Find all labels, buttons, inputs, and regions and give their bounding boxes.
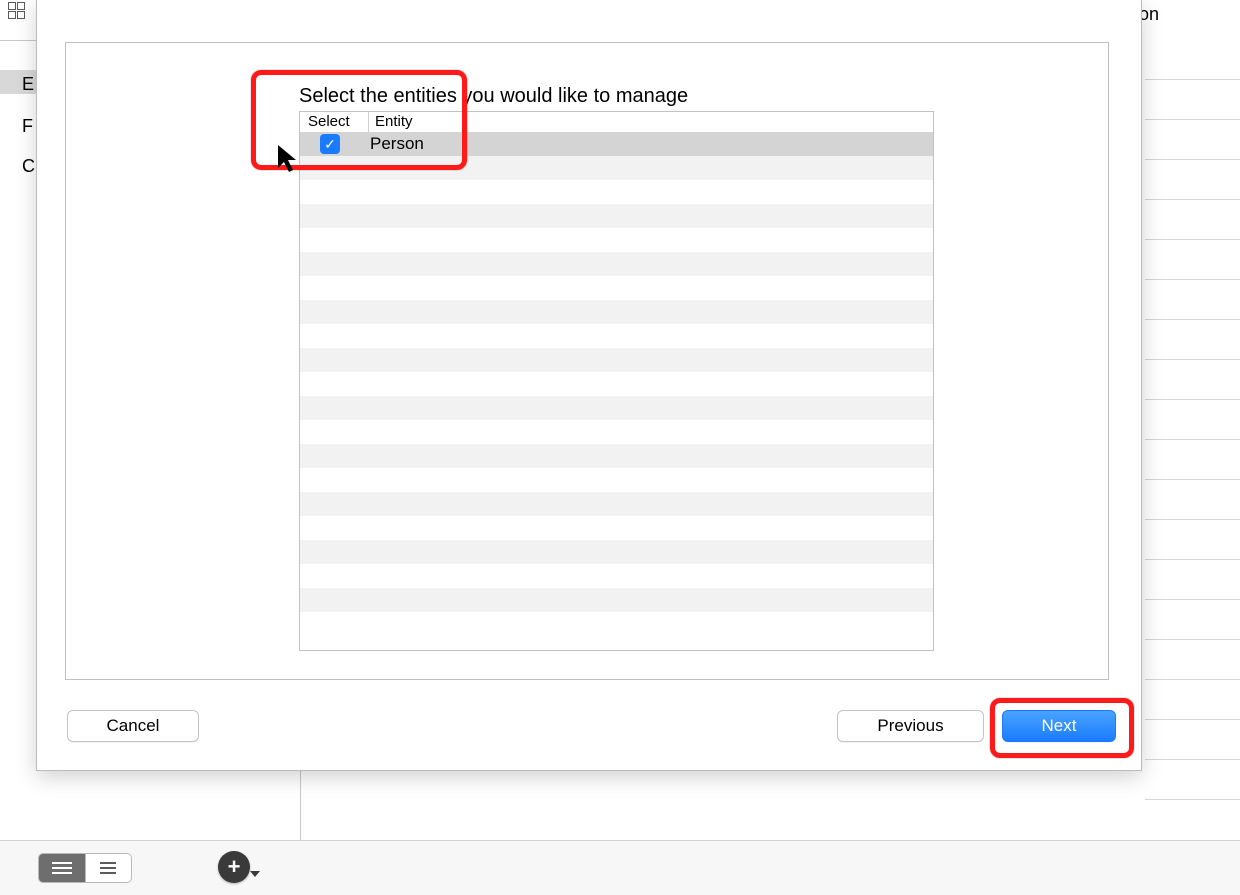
bg-letter-c: C	[22, 156, 35, 177]
view-mode-outline[interactable]	[85, 854, 132, 882]
add-button[interactable]: +	[218, 851, 250, 883]
entity-name: Person	[370, 134, 424, 154]
prompt-text: Select the entities you would like to ma…	[299, 85, 688, 108]
bottom-toolbar: +	[0, 840, 1240, 895]
content-frame: Select the entities you would like to ma…	[65, 42, 1109, 680]
view-mode-segment[interactable]	[38, 853, 132, 883]
grid-view-icon	[8, 2, 32, 18]
table-header: Select Entity	[300, 112, 933, 133]
plus-icon: +	[228, 854, 241, 880]
check-icon: ✓	[324, 136, 336, 153]
add-menu-caret-icon	[250, 871, 260, 877]
entity-table: Select Entity ✓ Person	[299, 111, 934, 651]
bg-letter-e: E	[22, 74, 34, 95]
next-label: Next	[1042, 716, 1077, 736]
bg-letter-f: F	[22, 116, 33, 137]
select-checkbox[interactable]: ✓	[320, 134, 340, 154]
cancel-label: Cancel	[107, 716, 160, 736]
table-body: ✓ Person	[300, 132, 933, 650]
wizard-sheet: Select the entities you would like to ma…	[36, 0, 1142, 771]
bg-right-pane	[1145, 40, 1240, 840]
cancel-button[interactable]: Cancel	[67, 710, 199, 742]
next-button[interactable]: Next	[1002, 710, 1116, 742]
previous-label: Previous	[877, 716, 943, 736]
view-mode-list[interactable]	[39, 854, 85, 882]
table-row[interactable]: ✓ Person	[300, 132, 933, 156]
list-icon	[52, 862, 72, 874]
outline-icon	[100, 862, 116, 874]
previous-button[interactable]: Previous	[837, 710, 984, 742]
col-entity[interactable]: Entity	[369, 112, 933, 132]
col-select[interactable]: Select	[300, 112, 369, 132]
